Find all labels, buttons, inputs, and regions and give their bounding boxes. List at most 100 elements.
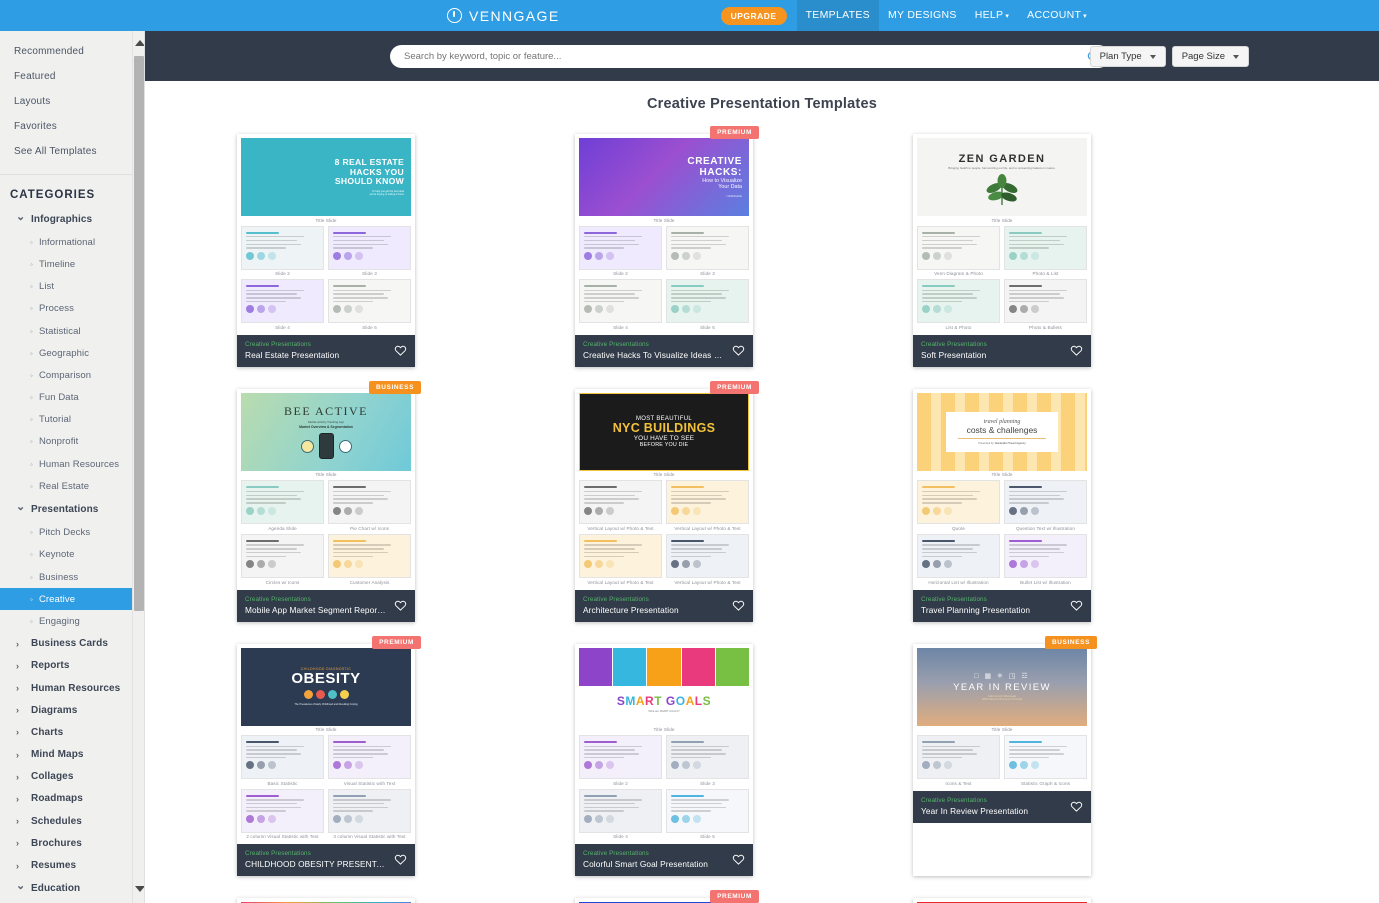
sidebar-group-business-cards[interactable]: › Business Cards (0, 633, 144, 655)
sidebar-group-roadmaps[interactable]: › Roadmaps (0, 788, 144, 810)
sidebar-group-brochures[interactable]: › Brochures (0, 832, 144, 854)
sidebar-item-business[interactable]: ◦ Business (0, 566, 144, 588)
template-title: Year In Review Presentation (921, 805, 1029, 816)
sidebar-item-real-estate[interactable]: ◦ Real Estate (0, 475, 144, 497)
sidebar-group-collages[interactable]: › Collages (0, 766, 144, 788)
sidebar-item-informational[interactable]: ◦ Informational (0, 231, 144, 253)
scrollbar-thumb[interactable] (134, 56, 144, 611)
template-card[interactable]: PREMIUM CREATIVE HACKS: How to Visualize You… (575, 126, 759, 367)
chevron-down-icon: ▾ (1083, 13, 1087, 20)
template-preview[interactable]: BEE ACTIVE Mobile Activity Tracking App Ma… (237, 388, 415, 590)
sidebar-item-recommended[interactable]: Recommended (0, 39, 144, 64)
template-card[interactable]: travel planning costs & challenges Present… (913, 388, 1091, 622)
sidebar-group-mind-maps[interactable]: › Mind Maps (0, 744, 144, 766)
nav-item-account[interactable]: ACCOUNT ▾ (1018, 0, 1096, 31)
template-card[interactable]: PREMIUM MOST BEAUTIFUL NYC BUILDINGS YOU HA… (575, 380, 759, 622)
slide-caption: Title Slide (991, 472, 1013, 478)
sidebar-item-layouts[interactable]: Layouts (0, 89, 144, 114)
sidebar-group-schedules[interactable]: › Schedules (0, 810, 144, 832)
template-preview[interactable]: travel planning costs & challenges Present… (913, 388, 1091, 590)
nav-item-my-designs[interactable]: MY DESIGNS (879, 0, 966, 31)
page-size-filter[interactable]: Page Size (1171, 46, 1249, 67)
favorite-heart-icon[interactable] (1070, 599, 1083, 612)
template-card[interactable]: ZEN GARDEN Bringing health to people, har… (913, 134, 1091, 367)
template-card[interactable]: 8 REAL ESTATE HACKS YOU SHOULD KNOW To help… (237, 134, 415, 367)
status-badge: PREMIUM (710, 380, 759, 394)
sidebar-item-fun-data[interactable]: ◦ Fun Data (0, 387, 144, 409)
nav-item-help[interactable]: HELP ▾ (966, 0, 1018, 31)
bullet-icon: ◦ (30, 326, 33, 336)
sidebar-item-tutorial[interactable]: ◦ Tutorial (0, 409, 144, 431)
template-card-footer: Creative Presentations Colorful Smart Goa… (575, 844, 753, 877)
template-preview[interactable]: MOST BEAUTIFUL NYC BUILDINGS YOU HAVE TO S… (575, 388, 753, 590)
template-card[interactable]: SMART GOALS What are SMART GOALS? Title Sl… (575, 643, 753, 877)
sidebar-item-process[interactable]: ◦ Process (0, 298, 144, 320)
sidebar-item-statistical[interactable]: ◦ Statistical (0, 320, 144, 342)
bullet-icon: ◦ (30, 481, 33, 491)
chevron-right-icon: › (16, 816, 20, 827)
favorite-heart-icon[interactable] (732, 853, 745, 866)
sidebar-item-list[interactable]: ◦ List (0, 276, 144, 298)
template-card[interactable]: BUSINESS □ ▦ ✳ ◳ ☲ YEAR IN REVIEW Gobs & Li… (913, 635, 1097, 877)
sidebar-item-timeline[interactable]: ◦ Timeline (0, 253, 144, 275)
upgrade-button[interactable]: UPGRADE (720, 6, 787, 25)
sidebar-group-human-resources[interactable]: › Human Resources (0, 677, 144, 699)
template-card[interactable]: ▣ MEGA MARSThe Mobile Card GameEveryone … (913, 898, 1091, 903)
search-box[interactable] (390, 45, 1110, 68)
sidebar-item-see-all-templates[interactable]: See All Templates (0, 139, 144, 164)
sidebar-item-pitch-decks[interactable]: ◦ Pitch Decks (0, 522, 144, 544)
status-badge: PREMIUM (710, 126, 759, 139)
bullet-icon: ◦ (30, 304, 33, 314)
template-card[interactable]: TIPS OR VIDEOSINFOGRAPHIC IDEASTitle Sli… (237, 898, 415, 903)
venngage-logo[interactable]: VENNGAGE (447, 0, 560, 31)
slide-caption: Basic Statistic (267, 780, 298, 786)
slide-cell: Basic Statistic (241, 735, 324, 789)
slide-caption: Customer Analysis (349, 579, 390, 585)
sidebar-group-diagrams[interactable]: › Diagrams (0, 699, 144, 721)
sidebar-item-engaging[interactable]: ◦ Engaging (0, 610, 144, 632)
favorite-heart-icon[interactable] (732, 599, 745, 612)
template-card[interactable]: BUSINESS BEE ACTIVE Mobile Activity Tracki… (237, 380, 421, 622)
search-input[interactable] (390, 51, 1082, 62)
template-preview[interactable]: SMART GOALS What are SMART GOALS? Title Sl… (575, 643, 753, 845)
sidebar-item-featured[interactable]: Featured (0, 64, 144, 89)
template-preview[interactable]: TIPS OR VIDEOSINFOGRAPHIC IDEASTitle Sli… (237, 898, 415, 903)
sidebar-item-nonprofit[interactable]: ◦ Nonprofit (0, 431, 144, 453)
sidebar-item-favorites[interactable]: Favorites (0, 114, 144, 139)
favorite-heart-icon[interactable] (1070, 344, 1083, 357)
sidebar-item-comparison[interactable]: ◦ Comparison (0, 364, 144, 386)
chevron-down-icon: ▾ (1005, 13, 1010, 20)
sidebar-group-presentations[interactable]: ⌄ Presentations (0, 497, 144, 521)
sidebar-group-resumes[interactable]: › Resumes (0, 854, 144, 876)
nav-item-templates[interactable]: TEMPLATES (796, 0, 879, 31)
template-preview[interactable]: CREATIVE HACKS: How to Visualize Your Data ○… (575, 134, 753, 335)
template-preview[interactable]: ▣ MEGA MARSThe Mobile Card GameEveryone … (913, 898, 1091, 903)
template-preview[interactable]: ZEN GARDEN Bringing health to people, har… (913, 134, 1091, 335)
favorite-heart-icon[interactable] (394, 853, 407, 866)
template-preview[interactable]: CHILDHOOD DIAGNOSTIC OBESITY The Prevalenc… (237, 643, 415, 845)
sidebar-item-geographic[interactable]: ◦ Geographic (0, 342, 144, 364)
sidebar-group-reports[interactable]: › Reports (0, 655, 144, 677)
favorite-heart-icon[interactable] (394, 599, 407, 612)
template-preview[interactable]: 8 REAL ESTATE HACKS YOU SHOULD KNOW To help… (237, 134, 415, 335)
favorite-heart-icon[interactable] (394, 344, 407, 357)
sidebar-scrollbar[interactable] (132, 31, 144, 903)
template-card[interactable]: PREMIUMDesignRocketTransforming your ide… (575, 890, 759, 903)
template-card-footer: Creative Presentations CHILDHOOD OBESITY … (237, 844, 415, 877)
template-preview[interactable]: □ ▦ ✳ ◳ ☲ YEAR IN REVIEW Gobs & Limb Whole… (913, 643, 1091, 791)
sidebar-group-infographics[interactable]: ⌄ Infographics (0, 207, 144, 231)
scroll-up-arrow-icon[interactable] (134, 37, 144, 49)
sidebar-group-charts[interactable]: › Charts (0, 721, 144, 743)
favorite-heart-icon[interactable] (1070, 800, 1083, 813)
sidebar-group-education[interactable]: ⌄ Education (0, 877, 144, 901)
favorite-heart-icon[interactable] (732, 344, 745, 357)
sidebar-item-label: Statistical (38, 325, 81, 337)
sidebar-item-creative[interactable]: ◦ Creative (0, 588, 144, 611)
template-card[interactable]: PREMIUM CHILDHOOD DIAGNOSTIC OBESITY The Pr… (237, 635, 421, 877)
plan-type-filter[interactable]: Plan Type (1089, 46, 1166, 67)
sidebar-item-human-resources[interactable]: ◦ Human Resources (0, 453, 144, 475)
sidebar-item-keynote[interactable]: ◦ Keynote (0, 544, 144, 566)
template-card-text: Creative Presentations Architecture Prese… (583, 596, 679, 615)
template-card-cell: SMART GOALS What are SMART GOALS? Title Sl… (495, 643, 833, 877)
scroll-down-arrow-icon[interactable] (134, 883, 144, 895)
